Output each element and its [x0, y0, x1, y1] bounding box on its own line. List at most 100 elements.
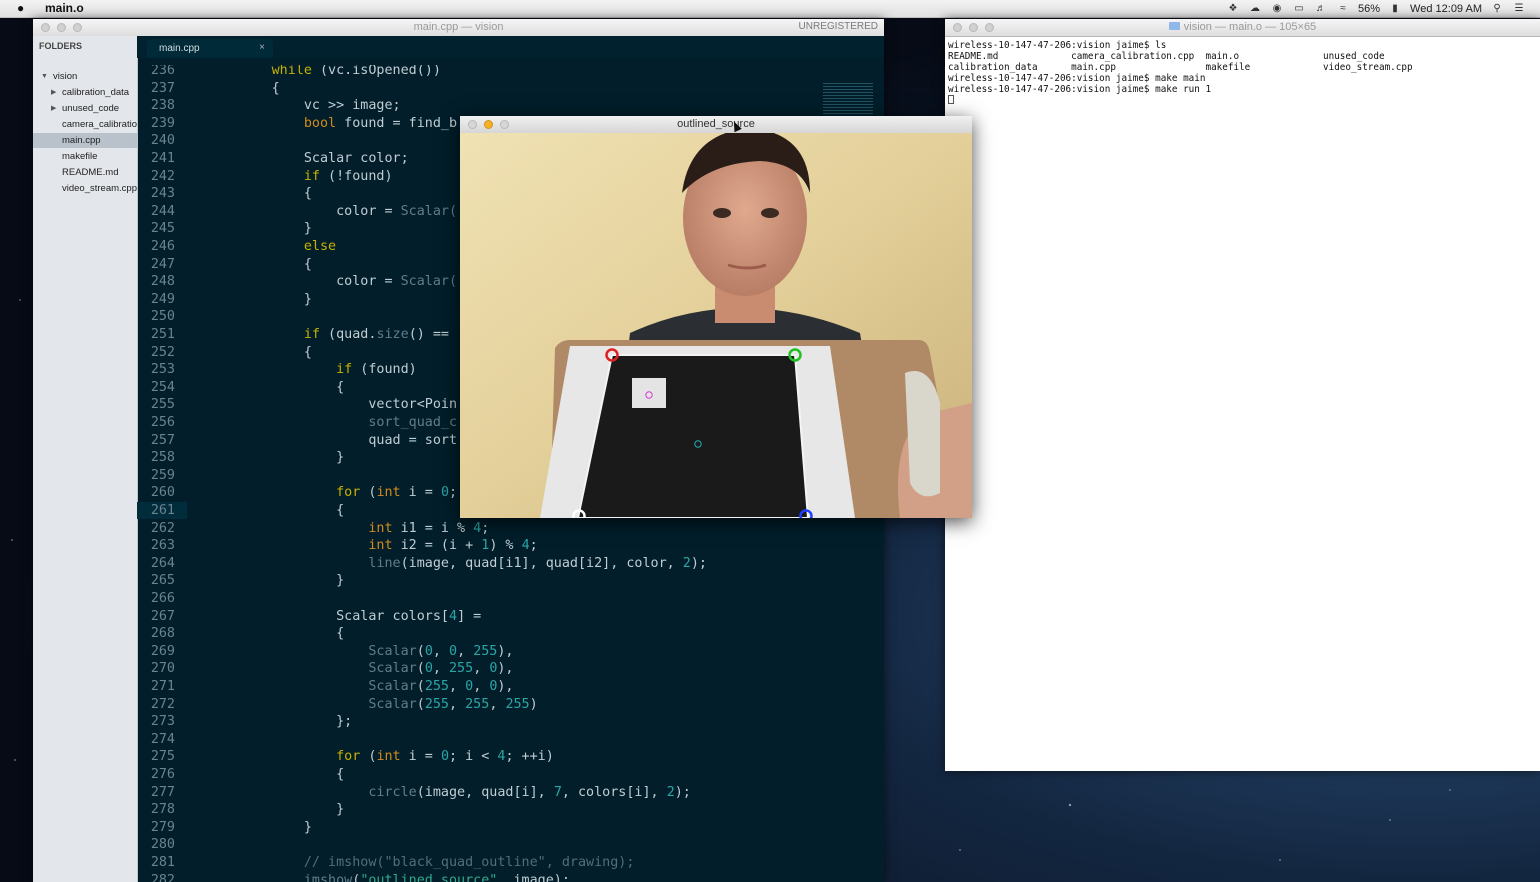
line-number: 268: [150, 626, 175, 642]
sidebar-folder-vision[interactable]: ▼ vision: [33, 69, 137, 84]
line-number: 248: [150, 274, 175, 290]
terminal-line: wireless-10-147-47-206:vision jaime$ mak…: [948, 84, 1212, 95]
person-eye-left: [713, 208, 731, 218]
code-line: for (int i = 0;: [336, 485, 458, 501]
line-number: 255: [150, 397, 175, 413]
chevron-down-icon[interactable]: ▼: [41, 69, 48, 84]
spotlight-icon[interactable]: ⚲: [1490, 3, 1504, 14]
code-line: // imshow("black_quad_outline", drawing)…: [303, 855, 635, 870]
line-number: 278: [150, 802, 175, 818]
line-number: 275: [150, 749, 175, 765]
line-number: 281: [150, 855, 175, 870]
line-number: 243: [150, 186, 175, 202]
line-number: 239: [150, 115, 175, 131]
code-line: {: [303, 344, 312, 360]
sidebar-file-makefile[interactable]: makefile: [33, 149, 137, 164]
line-number: 264: [150, 555, 175, 571]
code-line: if (quad.size() ==: [303, 327, 449, 342]
status-area: ❖ ☁ ◉ ▭ ♬ ≈ 56% ▮ Wed 12:09 AM ⚲ ☰: [1226, 0, 1540, 17]
sidebar-file-video-stream[interactable]: video_stream.cpp: [33, 181, 137, 196]
line-number: 246: [150, 239, 175, 254]
webcam-frame: [460, 133, 972, 518]
code-line: line(image, quad[i1], quad[i2], color, 2…: [368, 555, 707, 571]
code-line: imshow("outlined_source", image);: [303, 872, 570, 882]
black-quad: [578, 355, 808, 518]
terminal-title: vision — main.o — 105×65: [945, 21, 1540, 33]
code-line: Scalar(255, 0, 0),: [368, 679, 514, 694]
line-number: 273: [150, 714, 175, 730]
dropbox-icon[interactable]: ❖: [1226, 3, 1240, 14]
code-line: int i2 = (i + 1) % 4;: [368, 538, 538, 554]
code-line: }: [336, 802, 345, 818]
code-line: Scalar colors[4] =: [336, 608, 482, 624]
terminal-line: calibration_data main.cpp makefile video…: [948, 62, 1413, 73]
chevron-right-icon[interactable]: ▶: [51, 85, 56, 100]
sidebar-file-readme[interactable]: README.md: [33, 165, 137, 180]
code-line: for (int i = 0; i < 4; ++i): [336, 749, 554, 765]
terminal-cursor-line: [948, 95, 1413, 106]
editor-titlebar[interactable]: main.cpp — vision UNREGISTERED: [33, 19, 884, 37]
close-icon[interactable]: ×: [259, 42, 265, 53]
record-icon[interactable]: ◉: [1270, 3, 1284, 14]
tab-label: main.cpp: [159, 43, 200, 54]
code-line: }: [336, 573, 345, 589]
airplay-icon[interactable]: ▭: [1292, 3, 1306, 14]
line-number: 249: [150, 291, 175, 307]
line-number: 276: [150, 767, 175, 782]
line-number: 269: [150, 643, 175, 659]
menu-clock[interactable]: Wed 12:09 AM: [1410, 3, 1482, 15]
battery-percent[interactable]: 56%: [1358, 3, 1380, 15]
line-number: 244: [150, 203, 175, 219]
line-number: 245: [150, 221, 175, 237]
chevron-right-icon[interactable]: ▶: [51, 101, 56, 116]
line-number: 282: [150, 872, 175, 882]
code-line: quad = sort: [368, 432, 458, 448]
line-number: 242: [150, 168, 175, 184]
tab-main-cpp[interactable]: main.cpp ×: [147, 39, 273, 58]
line-number: 270: [150, 661, 175, 677]
held-device: [905, 371, 940, 497]
apple-icon[interactable]: ●: [17, 1, 24, 15]
terminal-titlebar[interactable]: vision — main.o — 105×65: [945, 19, 1540, 37]
terminal-output[interactable]: wireless-10-147-47-206:vision jaime$ ls R…: [948, 40, 1413, 106]
line-number: 277: [150, 784, 175, 800]
editor-title: main.cpp — vision: [413, 21, 504, 33]
line-number: 260: [150, 485, 175, 501]
person-eye-right: [761, 208, 779, 218]
text-cursor: [948, 95, 954, 104]
sidebar-folder-unused-code[interactable]: ▶ unused_code: [33, 101, 137, 116]
sidebar-file-main-cpp[interactable]: main.cpp: [33, 133, 137, 148]
cloud-icon[interactable]: ☁: [1248, 3, 1262, 14]
line-number: 254: [150, 379, 175, 395]
terminal-window: vision — main.o — 105×65 wireless-10-147…: [945, 19, 1540, 771]
code-line: }: [303, 291, 312, 307]
battery-icon[interactable]: ▮: [1388, 3, 1402, 14]
code-line: else: [303, 239, 337, 254]
notification-icon[interactable]: ☰: [1512, 3, 1526, 14]
code-line: while (vc.isOpened()): [271, 65, 441, 78]
sidebar-file-camera-calibration[interactable]: camera_calibration.cpp: [33, 117, 137, 132]
folder-sidebar: FOLDERS ▼ vision ▶ calibration_data ▶ un…: [33, 36, 138, 882]
volume-icon[interactable]: ♬: [1314, 3, 1328, 14]
menu-app-name[interactable]: main.o: [45, 1, 84, 15]
code-line: sort_quad_c: [368, 415, 458, 430]
sidebar-folder-calibration-data[interactable]: ▶ calibration_data: [33, 85, 137, 100]
line-number: 271: [150, 679, 175, 694]
line-number: 252: [150, 344, 175, 360]
sidebar-header: FOLDERS: [39, 41, 83, 51]
code-line: {: [271, 80, 280, 96]
unregistered-label: UNREGISTERED: [798, 21, 878, 32]
code-line: }: [303, 819, 312, 835]
code-line: {: [336, 626, 345, 642]
line-number: 267: [150, 608, 175, 624]
line-number: 259: [150, 467, 175, 483]
cv-titlebar[interactable]: outlined_source: [460, 116, 972, 134]
line-number: 257: [150, 432, 175, 448]
line-number: 265: [150, 573, 175, 589]
line-number: 263: [150, 538, 175, 554]
code-line: Scalar(0, 0, 255),: [368, 643, 514, 659]
wifi-icon[interactable]: ≈: [1336, 3, 1350, 14]
line-number: 236: [150, 65, 175, 78]
terminal-line: README.md camera_calibration.cpp main.o …: [948, 51, 1385, 62]
code-line: {: [336, 503, 345, 518]
